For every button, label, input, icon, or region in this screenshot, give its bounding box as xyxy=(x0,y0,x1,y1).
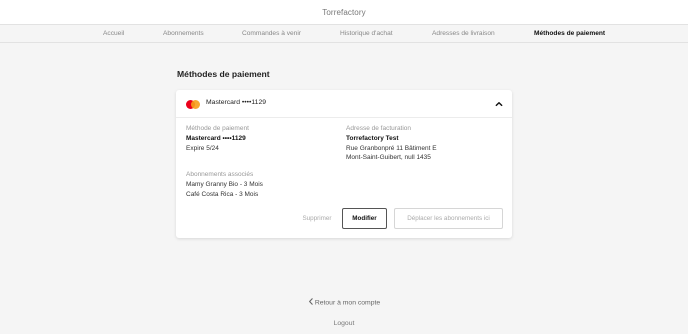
payment-method-section: Méthode de paiement Mastercard ••••1129 … xyxy=(186,124,249,153)
payment-card-expiry: Expire 5/24 xyxy=(186,144,219,152)
top-bar: Torrefactory xyxy=(0,0,688,24)
move-subscriptions-button[interactable]: Déplacer les abonnements ici xyxy=(394,208,503,229)
back-to-account-label: Retour à mon compte xyxy=(314,299,381,307)
nav-item-commandes[interactable]: Commandes à venir xyxy=(242,25,301,42)
nav-item-historique[interactable]: Historique d'achat xyxy=(340,25,393,42)
logout-link[interactable]: Logout xyxy=(0,320,688,327)
nav-item-adresses[interactable]: Adresses de livraison xyxy=(432,25,495,42)
billing-address-line2: Mont-Saint-Guibert, null 1435 xyxy=(346,154,431,162)
brand-name[interactable]: Torrefactory xyxy=(322,8,365,17)
back-to-account-link[interactable]: Retour à mon compte xyxy=(0,298,688,307)
linked-subscriptions-section: Abonnements associés Mamy Granny Bio - 3… xyxy=(186,170,263,199)
page-title: Méthodes de paiement xyxy=(177,69,270,79)
billing-name: Torrefactory Test xyxy=(346,134,399,142)
billing-address-line1: Rue Granbonpré 11 Bâtiment E xyxy=(346,144,437,152)
subscriptions-heading: Abonnements associés xyxy=(186,171,254,178)
mastercard-logo-icon xyxy=(186,100,200,109)
account-nav: Accueil Abonnements Commandes à venir Hi… xyxy=(0,24,688,43)
subscription-item: Café Costa Rica - 3 Mois xyxy=(186,190,259,198)
billing-address-section: Adresse de facturation Torrefactory Test… xyxy=(346,124,437,163)
payment-card-name: Mastercard ••••1129 xyxy=(186,134,246,142)
nav-item-methodes-paiement[interactable]: Méthodes de paiement xyxy=(534,25,605,42)
payment-method-card: Mastercard ••••1129 Méthode de paiement … xyxy=(176,90,512,238)
payment-card-header[interactable]: Mastercard ••••1129 xyxy=(176,90,512,118)
nav-item-accueil[interactable]: Accueil xyxy=(103,25,124,42)
card-header-label: Mastercard ••••1129 xyxy=(206,99,267,106)
chevron-up-icon[interactable] xyxy=(495,100,503,108)
billing-address-heading: Adresse de facturation xyxy=(346,125,412,132)
subscription-item: Mamy Granny Bio - 3 Mois xyxy=(186,180,263,188)
payment-method-heading: Méthode de paiement xyxy=(186,125,249,132)
chevron-left-icon xyxy=(308,298,313,305)
edit-button[interactable]: Modifier xyxy=(342,208,387,229)
nav-item-abonnements[interactable]: Abonnements xyxy=(163,25,204,42)
delete-button[interactable]: Supprimer xyxy=(298,208,336,229)
